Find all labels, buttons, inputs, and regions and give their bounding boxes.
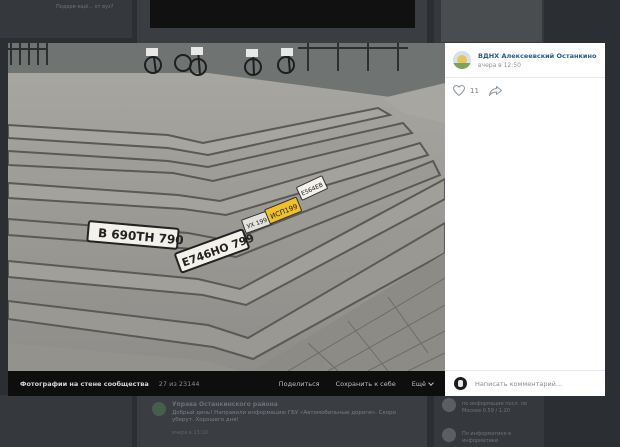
more-label: Ещё [411, 379, 426, 388]
feed-post-date[interactable]: вчера в 13:10 [172, 430, 208, 436]
more-button[interactable]: Ещё [411, 379, 434, 388]
left-card-text: Подари ещё... от вуз? [56, 4, 114, 10]
right-item-text[interactable]: по информации посл. по Москве 0.59 / 1.2… [462, 401, 542, 415]
stairs-photo-image: В 690ТН 790 Е746НО 799 УХ 199 ИСП199 Е56… [8, 43, 445, 371]
share-arrow-icon[interactable] [488, 85, 502, 96]
feed-post-text: Добрый день! Направили информацию ГБУ «А… [172, 410, 396, 423]
post-meta: ВДНХ Алексеевский Останкино вчера в 12:5… [478, 52, 596, 69]
save-button[interactable]: Сохранить к себе [336, 380, 396, 388]
community-name[interactable]: ВДНХ Алексеевский Останкино [478, 52, 596, 60]
likes-count: 11 [470, 86, 479, 95]
post-time[interactable]: вчера в 12:50 [478, 62, 596, 69]
right-item-avatar [442, 398, 456, 412]
heart-icon[interactable] [453, 85, 465, 96]
right-thumbnail[interactable] [441, 0, 542, 42]
right-item-avatar-2 [442, 428, 456, 442]
feed-post-author[interactable]: Управа Останкинского района [172, 401, 278, 408]
post-actions: 11 [445, 78, 605, 103]
feed-post-avatar[interactable] [152, 402, 166, 416]
left-card[interactable]: Подари ещё... от вуз? [0, 0, 132, 38]
comment-bar: Написать комментарий... [445, 370, 605, 396]
share-button[interactable]: Поделиться [279, 380, 320, 388]
photo-counter: 27 из 23144 [158, 379, 200, 388]
left-card-bottom [0, 395, 132, 447]
post-side-panel: ВДНХ Алексеевский Останкино вчера в 12:5… [445, 43, 605, 396]
right-item-text-2[interactable]: По информатике в информатике [462, 431, 542, 445]
photo-viewer: В 690ТН 790 Е746НО 799 УХ 199 ИСП199 Е56… [8, 43, 605, 396]
community-avatar[interactable] [453, 51, 471, 69]
chevron-down-icon [428, 379, 434, 386]
album-link[interactable]: Фотографии на стене сообщества [20, 380, 149, 388]
comment-input[interactable]: Написать комментарий... [475, 380, 562, 388]
feed-banner [150, 0, 415, 28]
user-avatar [454, 377, 467, 390]
photo[interactable]: В 690ТН 790 Е746НО 799 УХ 199 ИСП199 Е56… [8, 43, 445, 371]
photo-bottom-bar: Фотографии на стене сообщества 27 из 231… [8, 371, 445, 396]
post-header: ВДНХ Алексеевский Останкино вчера в 12:5… [445, 43, 605, 78]
